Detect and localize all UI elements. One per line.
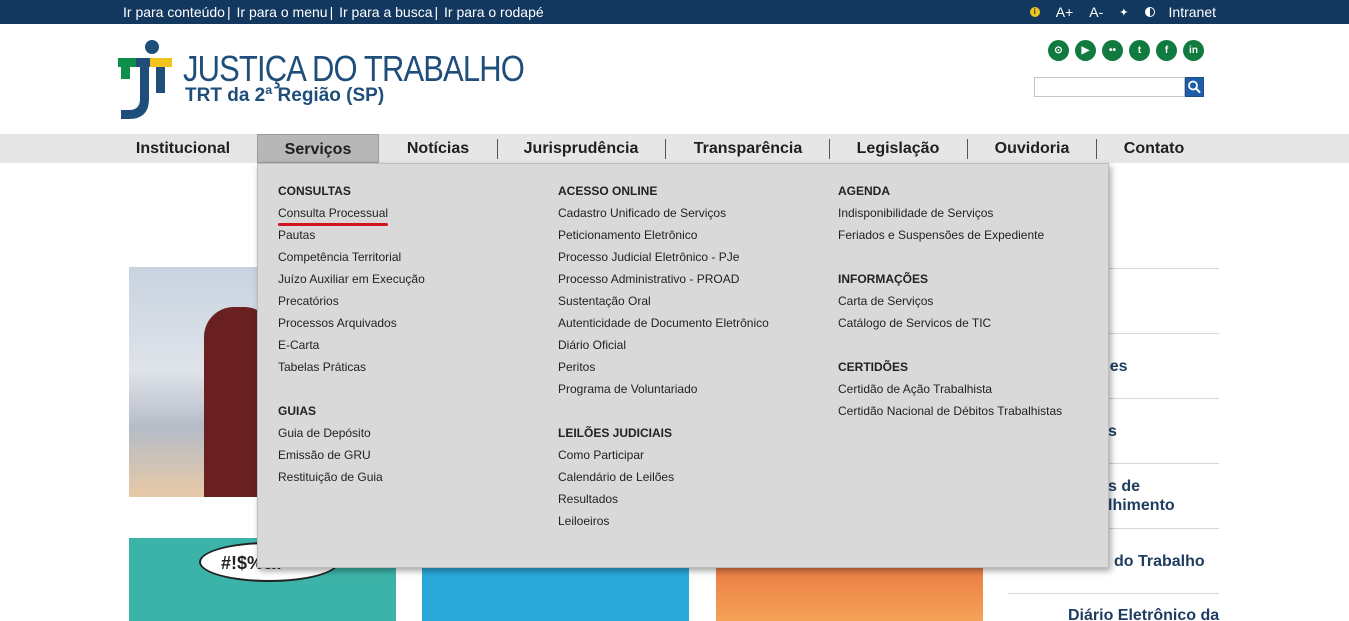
link-guia-deposito[interactable]: Guia de Depósito (278, 426, 425, 448)
link-proad[interactable]: Processo Administrativo - PROAD (558, 272, 769, 294)
skip-links: Ir para conteúdo | Ir para o menu | Ir par… (123, 4, 544, 20)
section-heading-agenda: AGENDA (838, 184, 891, 198)
link-autenticidade-documento[interactable]: Autenticidade de Documento Eletrônico (558, 316, 769, 338)
nav-divider (497, 139, 498, 159)
site-logo[interactable]: JUSTIÇA DO TRABALHO TRT da 2ª Região (SP… (116, 38, 525, 120)
skip-to-search-link[interactable]: Ir para a busca (339, 4, 432, 20)
contrast-icon[interactable] (1144, 7, 1155, 17)
info-icon[interactable]: i (1029, 7, 1040, 17)
link-juizo-auxiliar[interactable]: Juízo Auxiliar em Execução (278, 272, 425, 294)
flickr-icon[interactable]: •• (1102, 40, 1123, 61)
intranet-link[interactable]: Intranet (1169, 4, 1216, 20)
logo-mark-icon (118, 40, 172, 119)
nav-item-noticias[interactable]: Notícias (396, 134, 480, 163)
section-heading-informacoes: INFORMAÇÕES (838, 272, 928, 286)
link-e-carta[interactable]: E-Carta (278, 338, 425, 360)
accessibility-tools: i A+ A- ✦ Intranet (1014, 4, 1216, 20)
link-feriados[interactable]: Feriados e Suspensões de Expediente (838, 228, 1062, 250)
link-carta-servicos[interactable]: Carta de Serviços (838, 294, 1062, 316)
link-pautas[interactable]: Pautas (278, 228, 425, 250)
main-nav: Institucional Serviços Notícias Jurispru… (0, 134, 1349, 163)
search-button[interactable] (1185, 77, 1204, 97)
link-catalogo-tic[interactable]: Catálogo de Servicos de TIC (838, 316, 1062, 338)
link-calendario-leiloes[interactable]: Calendário de Leilões (558, 470, 769, 492)
section-heading-consultas: CONSULTAS (278, 184, 351, 198)
link-resultados[interactable]: Resultados (558, 492, 769, 514)
link-processos-arquivados[interactable]: Processos Arquivados (278, 316, 425, 338)
link-precatorios[interactable]: Precatórios (278, 294, 425, 316)
link-restituicao-guia[interactable]: Restituição de Guia (278, 470, 425, 492)
dropdown-column-1: CONSULTAS Consulta Processual Pautas Com… (278, 184, 425, 492)
search-input[interactable] (1034, 77, 1185, 97)
link-leiloeiros[interactable]: Leiloeiros (558, 514, 769, 536)
skip-to-content-link[interactable]: Ir para conteúdo (123, 4, 225, 20)
link-indisponibilidade[interactable]: Indisponibilidade de Serviços (838, 206, 1062, 228)
link-emissao-gru[interactable]: Emissão de GRU (278, 448, 425, 470)
link-programa-voluntariado[interactable]: Programa de Voluntariado (558, 382, 769, 404)
nav-divider (967, 139, 968, 159)
accessibility-icon[interactable]: ✦ (1119, 6, 1128, 19)
dropdown-column-3: AGENDA Indisponibilidade de Serviços Fer… (838, 184, 1062, 426)
link-peticionamento[interactable]: Peticionamento Eletrônico (558, 228, 769, 250)
quick-link-label[interactable]: s de (1108, 478, 1140, 496)
font-decrease-button[interactable]: A- (1089, 4, 1103, 20)
link-cadastro-unificado[interactable]: Cadastro Unificado de Serviços (558, 206, 769, 228)
link-consulta-processual[interactable]: Consulta Processual (278, 206, 389, 226)
section-heading-guias: GUIAS (278, 404, 317, 418)
search-icon (1188, 80, 1201, 94)
link-como-participar[interactable]: Como Participar (558, 448, 769, 470)
logo-subtitle: TRT da 2ª Região (SP) (185, 85, 385, 106)
nav-item-transparencia[interactable]: Transparência (682, 134, 814, 163)
nav-item-servicos[interactable]: Serviços (257, 134, 379, 163)
social-links: ⊙ ▶ •• t f in (1048, 40, 1204, 61)
twitter-icon[interactable]: t (1129, 40, 1150, 61)
section-heading-acesso-online: ACESSO ONLINE (558, 184, 658, 198)
nav-item-contato[interactable]: Contato (1113, 134, 1195, 163)
section-heading-certidoes: CERTIDÕES (838, 360, 909, 374)
link-certidao-debitos[interactable]: Certidão Nacional de Débitos Trabalhista… (838, 404, 1062, 426)
youtube-icon[interactable]: ▶ (1075, 40, 1096, 61)
link-pje[interactable]: Processo Judicial Eletrônico - PJe (558, 250, 769, 272)
link-certidao-acao[interactable]: Certidão de Ação Trabalhista (838, 382, 1062, 404)
servicos-dropdown-menu: CONSULTAS Consulta Processual Pautas Com… (257, 163, 1109, 568)
nav-divider (665, 139, 666, 159)
divider (1008, 593, 1219, 594)
skip-to-menu-link[interactable]: Ir para o menu (237, 4, 328, 20)
nav-item-jurisprudencia[interactable]: Jurisprudência (514, 134, 648, 163)
link-competencia-territorial[interactable]: Competência Territorial (278, 250, 425, 272)
quick-link-label[interactable]: s (1108, 423, 1117, 441)
link-peritos[interactable]: Peritos (558, 360, 769, 382)
quick-link-label[interactable]: lhimento (1108, 497, 1175, 515)
facebook-icon[interactable]: f (1156, 40, 1177, 61)
nav-divider (1096, 139, 1097, 159)
nav-item-institucional[interactable]: Institucional (128, 134, 238, 163)
search-box (1034, 77, 1204, 97)
accessibility-bar: Ir para conteúdo | Ir para o menu | Ir par… (0, 0, 1349, 24)
link-sustentacao-oral[interactable]: Sustentação Oral (558, 294, 769, 316)
dropdown-column-2: ACESSO ONLINE Cadastro Unificado de Serv… (558, 184, 769, 536)
linkedin-icon[interactable]: in (1183, 40, 1204, 61)
font-increase-button[interactable]: A+ (1056, 4, 1074, 20)
link-tabelas-praticas[interactable]: Tabelas Práticas (278, 360, 425, 382)
quick-link-label[interactable]: do Trabalho (1114, 553, 1205, 571)
quick-link-label[interactable]: Diário Eletrônico da (1068, 607, 1219, 621)
rss-icon[interactable]: ⊙ (1048, 40, 1069, 61)
nav-item-ouvidoria[interactable]: Ouvidoria (984, 134, 1080, 163)
nav-divider (829, 139, 830, 159)
nav-item-legislacao[interactable]: Legislação (846, 134, 950, 163)
logo-title: JUSTIÇA DO TRABALHO (183, 48, 525, 89)
skip-to-footer-link[interactable]: Ir para o rodapé (444, 4, 544, 20)
link-diario-oficial[interactable]: Diário Oficial (558, 338, 769, 360)
section-heading-leiloes: LEILÕES JUDICIAIS (558, 426, 673, 440)
